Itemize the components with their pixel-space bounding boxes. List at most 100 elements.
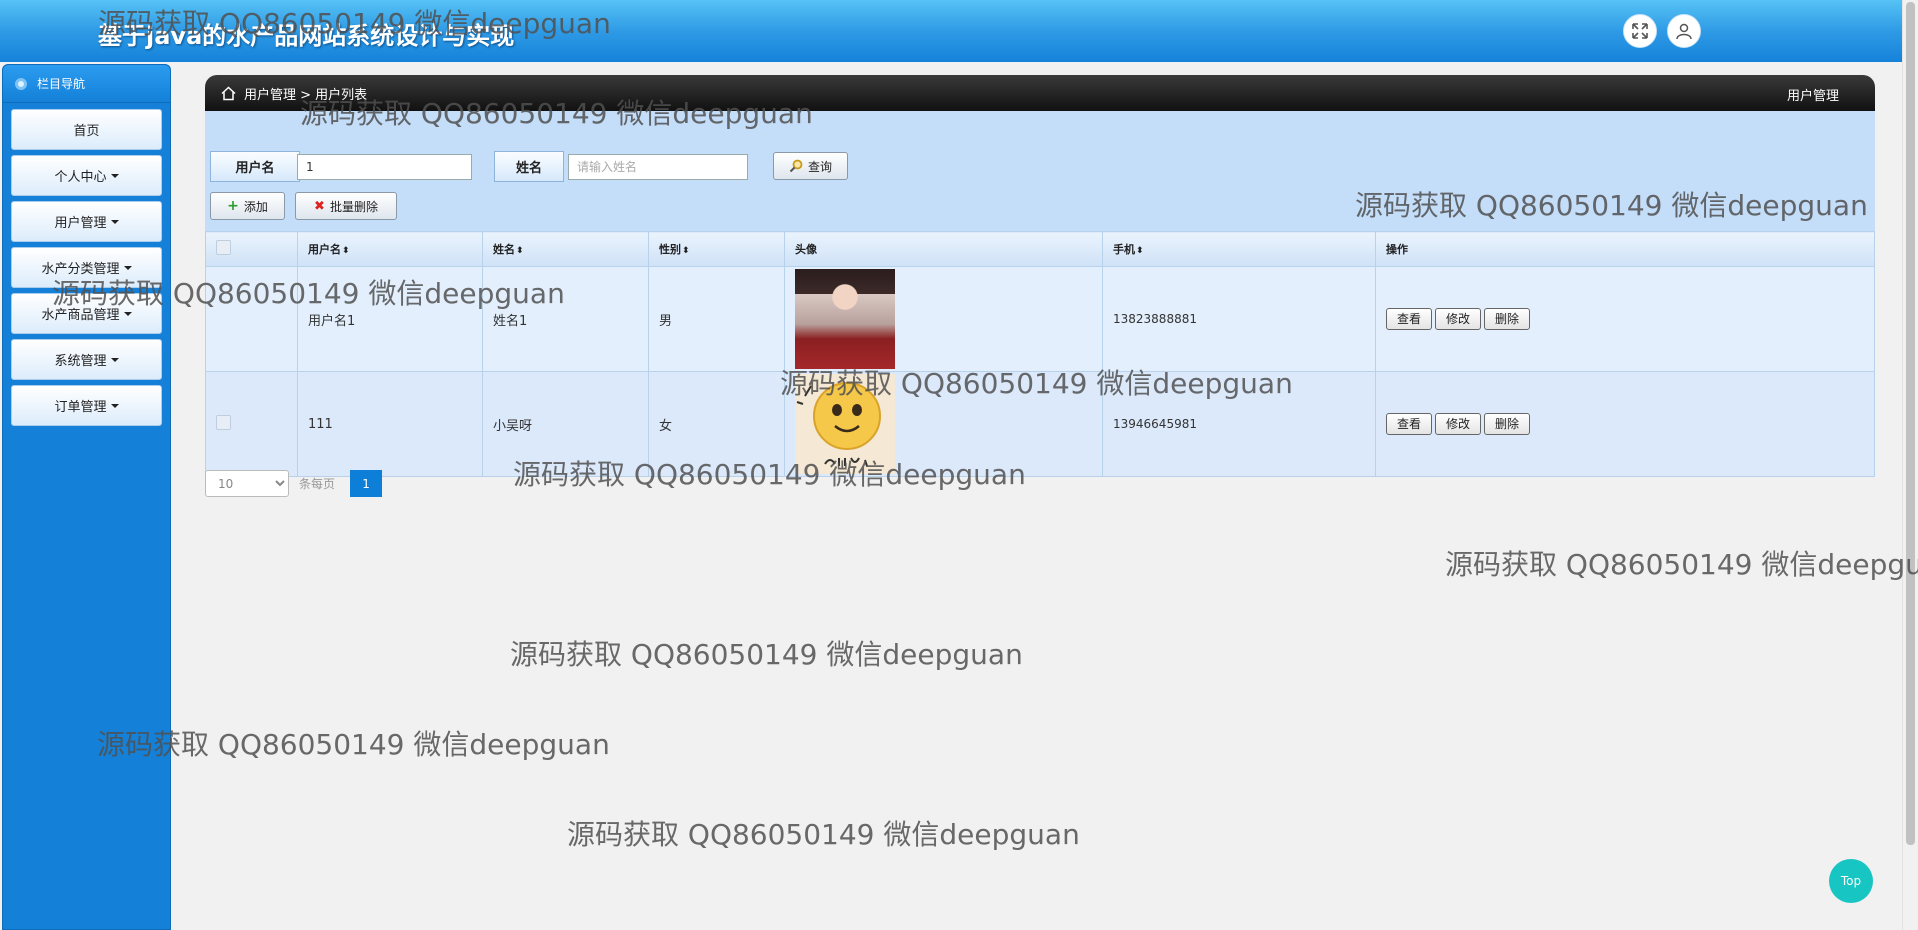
avatar-image[interactable] [795,269,895,369]
back-to-top-button[interactable]: Top [1829,859,1873,903]
page-button-current[interactable]: 1 [350,470,383,497]
user-icon [1676,23,1692,40]
fullscreen-button[interactable] [1623,14,1657,48]
pagination: 10 条每页 1 [205,470,383,497]
sidebar-item-order-management[interactable]: 订单管理 [11,385,162,426]
delete-button[interactable]: 删除 [1484,413,1531,435]
main-content: 用户管理 > 用户列表 用户管理 用户名 姓名 查询 + 添加 ✖ 批量删除 用… [205,75,1875,477]
caret-down-icon [110,219,119,224]
actions-cell: 查看 修改 删除 [1375,266,1875,372]
avatar-image[interactable] [795,374,895,474]
smile-emoji-icon [796,382,881,467]
view-button[interactable]: 查看 [1386,308,1433,330]
row-checkbox[interactable] [216,414,231,430]
select-all-header [205,231,298,267]
table-header-row: 用户名⬍ 姓名⬍ 性别⬍ 头像 手机⬍ 操作 [205,231,1875,267]
home-icon[interactable] [221,85,236,101]
table-row: 111 小吴呀 女 13946645981 查看 修改 删除 [205,371,1875,477]
sidebar-item-label: 水产分类管理 [41,262,120,277]
col-label: 性别 [659,243,681,256]
sidebar-item-label: 系统管理 [54,354,107,369]
breadcrumb-bar: 用户管理 > 用户列表 用户管理 [205,75,1875,111]
col-phone[interactable]: 手机⬍ [1102,231,1376,267]
col-username[interactable]: 用户名⬍ [297,231,483,267]
watermark: 源码获取 QQ86050149 微信deepguan [567,818,1080,851]
name-cell: 小吴呀 [482,371,649,477]
sidebar-title: 栏目导航 [37,77,86,91]
col-name[interactable]: 姓名⬍ [482,231,649,267]
col-label: 手机 [1113,243,1135,256]
table-row: 用户名1 姓名1 男 13823888881 查看 修改 删除 [205,266,1875,372]
sidebar-item-home[interactable]: 首页 [11,109,162,150]
avatar-cell [784,266,1103,372]
caret-down-icon [110,173,119,178]
row-select-cell [205,371,298,477]
sidebar-header: 栏目导航 [3,65,170,103]
gender-cell: 男 [648,266,785,372]
sidebar-item-user-management[interactable]: 用户管理 [11,201,162,242]
watermark: 源码获取 QQ86050149 微信deepguan [1445,548,1918,581]
sidebar-item-personal-center[interactable]: 个人中心 [11,155,162,196]
phone-cell: 13946645981 [1102,371,1376,477]
batch-delete-label: 批量删除 [329,199,378,214]
watermark: 源码获取 QQ86050149 微信deepguan [510,638,1023,671]
select-all-checkbox[interactable] [216,240,231,255]
name-label: 姓名 [494,151,564,182]
breadcrumb: 用户管理 > 用户列表 [244,87,368,103]
sidebar-item-label: 订单管理 [54,400,107,415]
nav-dot-icon [15,77,27,90]
caret-down-icon [123,265,132,270]
section-title: 用户管理 [1786,89,1839,104]
col-label: 操作 [1386,243,1408,256]
row-select-cell [205,266,298,372]
search-button[interactable]: 查询 [773,152,848,180]
username-label: 用户名 [210,151,300,182]
app-title: 基于java的水产品网站系统设计与实现 [98,22,515,50]
sidebar-item-product-management[interactable]: 水产商品管理 [11,293,162,334]
page-size-select[interactable]: 10 [205,470,289,497]
edit-button[interactable]: 修改 [1435,308,1482,330]
col-gender[interactable]: 性别⬍ [648,231,785,267]
username-cell: 用户名1 [297,266,483,372]
phone-cell: 13823888881 [1102,266,1376,372]
filter-panel: 用户名 姓名 查询 + 添加 ✖ 批量删除 [205,111,1875,231]
name-input[interactable] [568,154,748,180]
sidebar-item-system-management[interactable]: 系统管理 [11,339,162,380]
edit-button[interactable]: 修改 [1435,413,1482,435]
username-cell: 111 [297,371,483,477]
sidebar-menu: 首页 个人中心 用户管理 水产分类管理 水产商品管理 系统管理 订单管理 [3,103,170,437]
page-scrollbar[interactable] [1902,0,1918,930]
add-button[interactable]: + 添加 [210,192,285,220]
caret-down-icon [123,311,132,316]
delete-x-icon: ✖ [314,198,325,214]
plus-icon: + [227,198,239,214]
scrollbar-thumb[interactable] [1906,2,1915,845]
col-label: 用户名 [308,243,341,256]
sidebar: 栏目导航 首页 个人中心 用户管理 水产分类管理 水产商品管理 系统管理 订单管… [2,64,171,930]
col-avatar: 头像 [784,231,1103,267]
sort-icon: ⬍ [682,246,690,256]
username-input[interactable] [297,154,472,180]
delete-button[interactable]: 删除 [1484,308,1531,330]
sort-icon: ⬍ [1136,246,1144,256]
add-button-label: 添加 [243,199,268,214]
sort-icon: ⬍ [342,246,350,256]
user-menu-button[interactable] [1667,14,1701,48]
gender-cell: 女 [648,371,785,477]
sidebar-item-label: 个人中心 [54,170,107,185]
page-size-suffix: 条每页 [299,477,336,491]
caret-down-icon [110,357,119,362]
user-table: 用户名⬍ 姓名⬍ 性别⬍ 头像 手机⬍ 操作 用户名1 姓名1 男 138238… [205,231,1875,477]
sidebar-item-category-management[interactable]: 水产分类管理 [11,247,162,288]
actions-cell: 查看 修改 删除 [1375,371,1875,477]
col-label: 姓名 [493,243,515,256]
sidebar-item-label: 水产商品管理 [41,308,120,323]
batch-delete-button[interactable]: ✖ 批量删除 [295,192,397,220]
caret-down-icon [110,403,119,408]
sidebar-item-label: 用户管理 [54,216,107,231]
watermark: 源码获取 QQ86050149 微信deepguan [97,728,610,761]
top-header: 基于java的水产品网站系统设计与实现 [0,0,1902,62]
search-button-label: 查询 [807,159,832,174]
view-button[interactable]: 查看 [1386,413,1433,435]
search-icon [789,159,803,173]
